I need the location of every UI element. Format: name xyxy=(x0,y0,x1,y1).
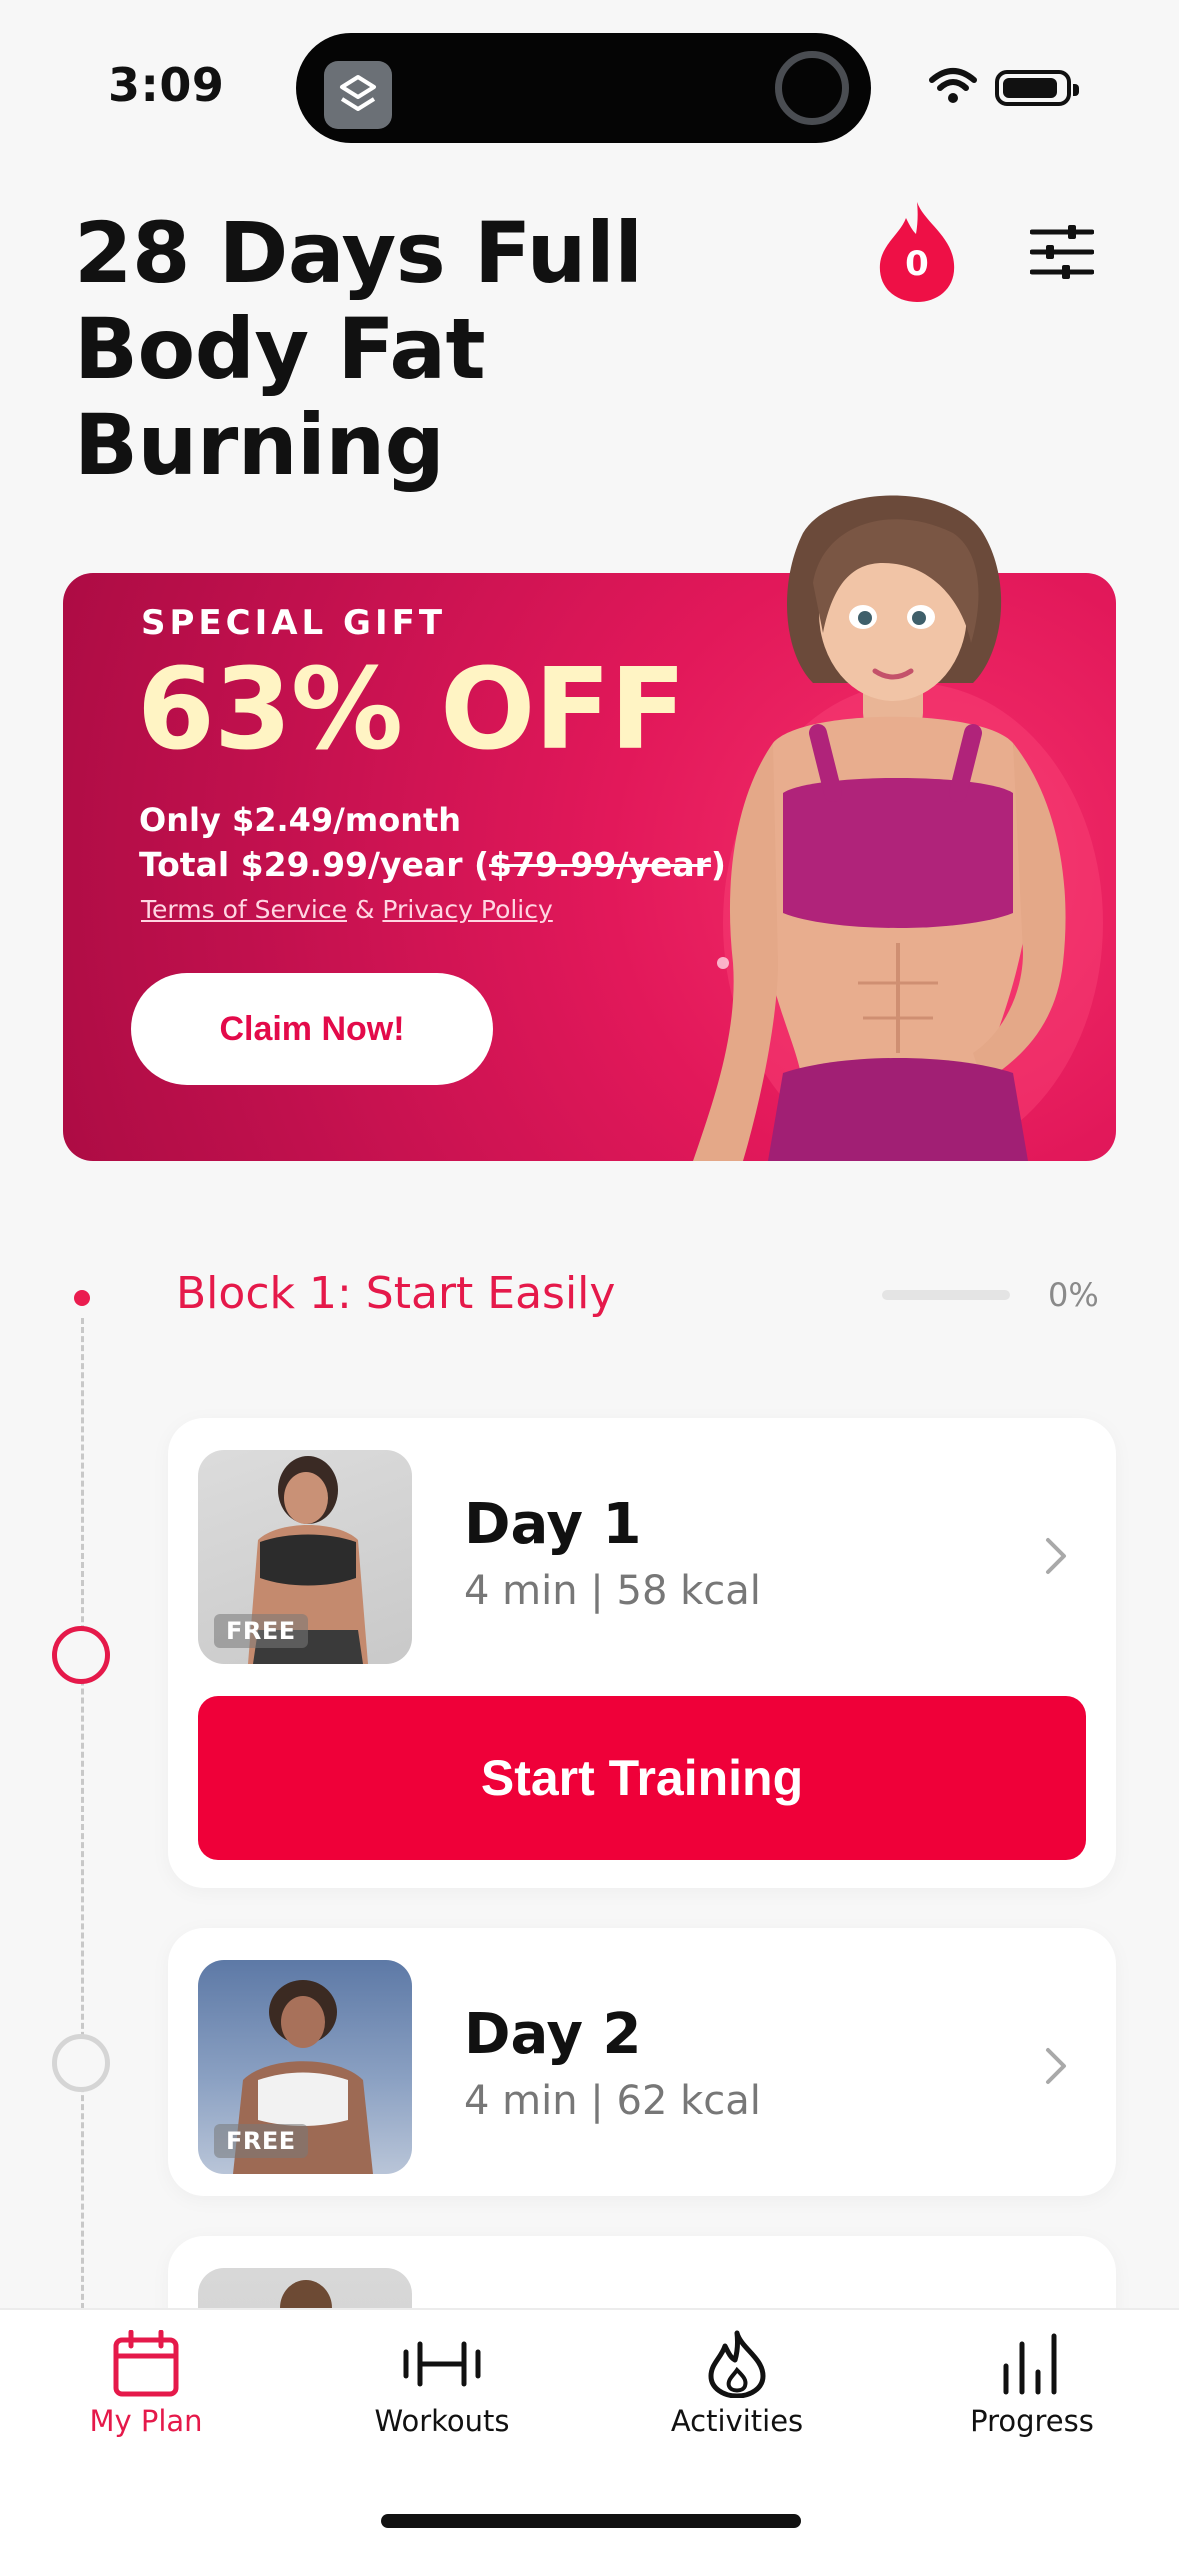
status-time: 3:09 xyxy=(108,58,225,112)
day-1-thumbnail: FREE xyxy=(198,1450,412,1664)
day-2-meta: 4 min | 62 kcal xyxy=(464,2078,761,2124)
tab-progress[interactable]: Progress xyxy=(892,2330,1172,2438)
coach-avatar-illustration xyxy=(693,495,1103,1161)
promo-monthly-price: Only $2.49/month xyxy=(139,801,462,839)
tab-my-plan[interactable]: My Plan xyxy=(6,2330,286,2438)
yearly-prefix: Total $29.99/year ( xyxy=(139,845,490,884)
promo-legal: Terms of Service & Privacy Policy xyxy=(141,895,553,924)
streak-badge[interactable]: 0 xyxy=(872,200,962,304)
dynamic-island xyxy=(296,33,871,143)
timeline-block-dot xyxy=(74,1290,90,1306)
tab-my-plan-label: My Plan xyxy=(89,2404,203,2438)
original-price: $79.99/year xyxy=(489,845,711,884)
free-badge: FREE xyxy=(214,1614,308,1648)
tab-workouts[interactable]: Workouts xyxy=(302,2330,582,2438)
chevron-right-icon xyxy=(1046,2048,1066,2084)
filter-settings-icon[interactable] xyxy=(1030,222,1094,282)
block-title: Block 1: Start Easily xyxy=(176,1268,616,1319)
timeline-line xyxy=(81,1318,84,2318)
shortcuts-app-icon xyxy=(324,61,392,129)
home-indicator xyxy=(381,2514,801,2528)
bar-chart-icon xyxy=(1003,2333,1057,2395)
wifi-icon xyxy=(929,68,977,103)
claim-now-button[interactable]: Claim Now! xyxy=(131,973,493,1085)
tab-activities[interactable]: Activities xyxy=(597,2330,877,2438)
tab-activities-label: Activities xyxy=(670,2404,804,2438)
day-1-title: Day 1 xyxy=(464,1492,642,1557)
tab-progress-label: Progress xyxy=(970,2404,1094,2438)
promo-headline: 63% OFF xyxy=(137,645,686,775)
day-1-meta: 4 min | 58 kcal xyxy=(464,1568,761,1614)
legal-amp: & xyxy=(354,895,375,924)
day-card-1[interactable]: FREE Day 1 4 min | 58 kcal Start Trainin… xyxy=(168,1418,1116,1888)
calendar-icon xyxy=(113,2330,179,2397)
timeline-node-day-2 xyxy=(52,2034,110,2092)
flame-icon xyxy=(708,2330,766,2398)
page-title: 28 Days Full Body Fat Burning xyxy=(74,204,643,494)
free-badge: FREE xyxy=(214,2124,308,2158)
activity-ring-icon xyxy=(775,51,849,125)
promo-yearly-price: Total $29.99/year ($79.99/year) xyxy=(139,845,726,884)
tab-workouts-label: Workouts xyxy=(374,2404,510,2438)
terms-link[interactable]: Terms of Service xyxy=(141,895,347,924)
dumbbell-icon xyxy=(403,2341,481,2387)
streak-count: 0 xyxy=(905,244,929,284)
start-training-button[interactable]: Start Training xyxy=(198,1696,1086,1860)
timeline-node-day-1 xyxy=(52,1626,110,1684)
day-2-title: Day 2 xyxy=(464,2002,642,2067)
battery-icon xyxy=(995,70,1079,106)
day-card-2[interactable]: FREE Day 2 4 min | 62 kcal xyxy=(168,1928,1116,2196)
chevron-right-icon xyxy=(1046,1538,1066,1574)
day-2-thumbnail: FREE xyxy=(198,1960,412,2174)
promo-eyebrow: SPECIAL GIFT xyxy=(141,603,447,643)
block-progress-bar xyxy=(882,1290,1010,1300)
promo-banner[interactable]: SPECIAL GIFT 63% OFF Only $2.49/month To… xyxy=(63,495,1116,1161)
privacy-link[interactable]: Privacy Policy xyxy=(382,895,552,924)
block-progress-label: 0% xyxy=(1048,1276,1099,1314)
